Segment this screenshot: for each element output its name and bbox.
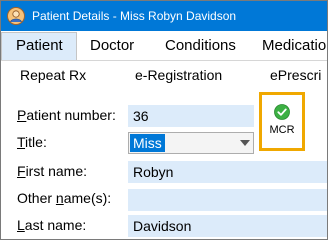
- other-names-label: Other name(s):: [17, 190, 112, 206]
- main-tabs: Patient Doctor Conditions Medicatio: [1, 32, 327, 60]
- first-name-field[interactable]: Robyn: [128, 161, 327, 183]
- subtab-repeat-rx[interactable]: Repeat Rx: [20, 67, 86, 83]
- tab-doctor[interactable]: Doctor: [90, 32, 134, 60]
- chevron-down-icon[interactable]: [240, 140, 250, 146]
- other-names-field[interactable]: [128, 189, 327, 211]
- mcr-label: MCR: [269, 124, 295, 136]
- title-label: Title:: [17, 134, 47, 150]
- patient-number-label: Patient number:: [17, 107, 116, 123]
- title-bar: Patient Details - Miss Robyn Davidson: [1, 1, 327, 31]
- last-name-field[interactable]: Davidson: [128, 215, 327, 237]
- tab-medication[interactable]: Medicatio: [262, 32, 326, 60]
- title-select[interactable]: Miss: [128, 132, 254, 154]
- subtab-eprescribing[interactable]: ePrescri: [270, 67, 321, 83]
- sub-tabs: Repeat Rx e-Registration ePrescri: [1, 60, 327, 90]
- subtab-e-registration[interactable]: e-Registration: [135, 67, 222, 83]
- last-name-label: Last name:: [17, 217, 87, 233]
- window-title: Patient Details - Miss Robyn Davidson: [32, 9, 237, 23]
- app-person-icon: [6, 6, 26, 26]
- title-select-value: Miss: [130, 134, 165, 152]
- mcr-button[interactable]: MCR: [259, 92, 305, 151]
- first-name-label: First name:: [17, 163, 88, 179]
- tab-patient[interactable]: Patient: [1, 32, 77, 60]
- patient-details-window: Patient Details - Miss Robyn Davidson Pa…: [0, 0, 328, 240]
- tab-conditions[interactable]: Conditions: [165, 32, 236, 60]
- patient-number-field[interactable]: 36: [128, 105, 254, 127]
- check-circle-icon: [274, 104, 290, 120]
